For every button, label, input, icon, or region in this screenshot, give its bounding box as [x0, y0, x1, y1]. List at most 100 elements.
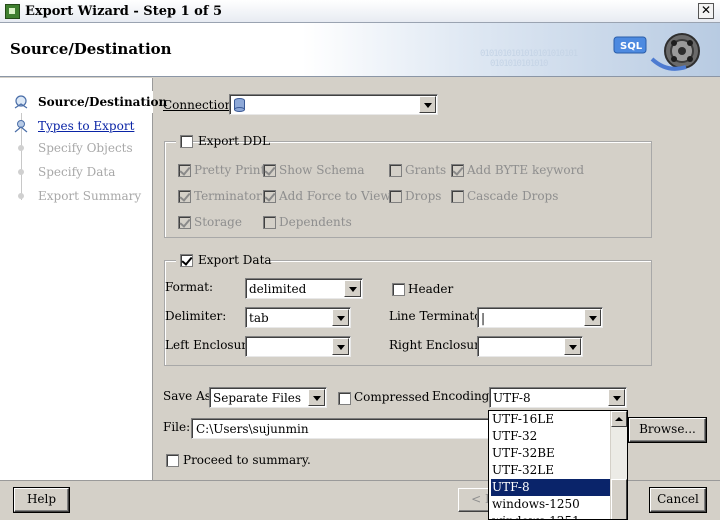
encoding-select[interactable]: UTF-8: [489, 387, 627, 408]
export-data-legend: Export Data: [176, 252, 272, 268]
storage-label: Storage: [194, 215, 242, 229]
binary-decoration: 0101010101010101010101: [480, 49, 578, 59]
step-label: Source/Destination: [38, 95, 168, 109]
chevron-down-icon[interactable]: [584, 309, 601, 326]
header-label: Header: [408, 282, 454, 296]
right-enclosure-select[interactable]: [477, 336, 583, 357]
step-label: Export Summary: [38, 189, 142, 203]
dropdown-scrollbar[interactable]: [610, 411, 627, 519]
wizard-header: Source/Destination 010101010101010101010…: [0, 23, 720, 77]
encoding-option[interactable]: UTF-32LE: [491, 462, 611, 479]
file-label: File:: [163, 420, 191, 434]
chevron-down-icon[interactable]: [344, 280, 361, 297]
binary-decoration: 0101010101010: [490, 59, 548, 69]
dependents-checkbox[interactable]: [263, 216, 276, 229]
connection-label: Connection:: [163, 98, 237, 112]
chevron-down-icon[interactable]: [608, 389, 625, 406]
delimiter-value: tab: [249, 311, 269, 325]
show-schema-label: Show Schema: [279, 163, 365, 177]
main-panel: Connection: Export DDL Pretty Print Show…: [154, 78, 720, 480]
left-enclosure-select[interactable]: [245, 336, 351, 357]
logo-text: SQL: [620, 41, 643, 52]
drops-checkbox[interactable]: [389, 190, 402, 203]
export-data-checkbox[interactable]: [180, 254, 193, 267]
format-value: delimited: [249, 282, 307, 296]
encoding-option[interactable]: windows-1251: [491, 513, 611, 519]
delimiter-select[interactable]: tab: [245, 307, 351, 328]
add-force-label: Add Force to Views: [279, 189, 397, 203]
page-title: Source/Destination: [10, 40, 172, 58]
add-byte-checkbox[interactable]: [451, 164, 464, 177]
format-label: Format:: [165, 280, 214, 294]
encoding-option[interactable]: windows-1250: [491, 496, 611, 513]
dependents-label: Dependents: [279, 215, 352, 229]
encoding-label: Encoding:: [432, 389, 494, 403]
export-ddl-checkbox[interactable]: [180, 135, 193, 148]
step-types-to-export[interactable]: Types to Export: [0, 115, 153, 137]
chevron-down-icon[interactable]: [308, 389, 325, 406]
line-terminator-value: |: [481, 311, 486, 325]
app-icon: [5, 3, 20, 19]
save-as-label: Save As: [163, 389, 211, 403]
add-byte-label: Add BYTE keyword: [467, 163, 585, 177]
connection-select[interactable]: [229, 94, 438, 115]
chevron-down-icon[interactable]: [332, 338, 349, 355]
save-as-select[interactable]: Separate Files: [209, 387, 327, 408]
step-source-destination[interactable]: Source/Destination: [0, 91, 167, 113]
right-enclosure-label: Right Enclosure:: [389, 338, 491, 352]
delimiter-label: Delimiter:: [165, 309, 227, 323]
step-dot-icon: [18, 193, 24, 199]
encoding-dropdown-list: UTF-16LE UTF-32 UTF-32BE UTF-32LE UTF-8 …: [488, 410, 628, 520]
chevron-down-icon[interactable]: [332, 309, 349, 326]
encoding-option[interactable]: UTF-32BE: [491, 445, 611, 462]
encoding-option[interactable]: UTF-32: [491, 428, 611, 445]
encoding-option[interactable]: UTF-16LE: [491, 411, 611, 428]
step-label: Types to Export: [38, 119, 135, 133]
terminator-label: Terminator: [194, 189, 262, 203]
chevron-down-icon[interactable]: [564, 338, 581, 355]
step-specify-objects: Specify Objects: [0, 137, 153, 159]
cascade-drops-label: Cascade Drops: [467, 189, 559, 203]
title-bar: Export Wizard - Step 1 of 5 ✕: [0, 0, 720, 23]
pretty-print-label: Pretty Print: [194, 163, 266, 177]
compressed-checkbox[interactable]: [338, 392, 351, 405]
storage-checkbox[interactable]: [178, 216, 191, 229]
terminator-checkbox[interactable]: [178, 190, 191, 203]
file-path-input[interactable]: C:\Users\sujunmin: [191, 418, 491, 439]
line-terminator-select[interactable]: |: [477, 307, 603, 328]
pretty-print-checkbox[interactable]: [178, 164, 191, 177]
close-button[interactable]: ✕: [698, 3, 714, 19]
format-select[interactable]: delimited: [245, 278, 363, 299]
show-schema-checkbox[interactable]: [263, 164, 276, 177]
step-specify-data: Specify Data: [0, 161, 153, 183]
current-step-icon: [14, 95, 28, 109]
compressed-label: Compressed: [354, 390, 430, 404]
step-node-icon: [14, 120, 28, 133]
cascade-drops-checkbox[interactable]: [451, 190, 464, 203]
help-button[interactable]: Help: [14, 488, 69, 512]
step-label: Specify Objects: [38, 141, 133, 155]
encoding-option-selected[interactable]: UTF-8: [491, 479, 611, 496]
line-terminator-label: Line Terminator:: [389, 309, 492, 323]
wizard-steps-sidebar: Source/Destination Types to Export Speci…: [0, 78, 167, 480]
step-dot-icon: [18, 145, 24, 151]
cancel-button[interactable]: Cancel: [650, 488, 706, 512]
step-dot-icon: [18, 169, 24, 175]
proceed-to-summary-checkbox[interactable]: [166, 454, 179, 467]
proceed-to-summary-label: Proceed to summary.: [183, 453, 311, 467]
browse-button[interactable]: Browse...: [629, 418, 706, 442]
chevron-down-icon[interactable]: [419, 96, 436, 113]
encoding-value: UTF-8: [493, 391, 531, 405]
step-export-summary: Export Summary: [0, 185, 153, 207]
export-ddl-legend: Export DDL: [176, 133, 270, 149]
header-checkbox[interactable]: [392, 283, 405, 296]
export-data-label: Export Data: [198, 253, 272, 267]
save-as-value: Separate Files: [213, 391, 302, 405]
export-ddl-label: Export DDL: [198, 134, 271, 148]
drops-label: Drops: [405, 189, 442, 203]
window-title: Export Wizard - Step 1 of 5: [25, 3, 222, 19]
grants-checkbox[interactable]: [389, 164, 402, 177]
scroll-up-arrow-icon[interactable]: [611, 411, 627, 427]
scroll-thumb[interactable]: [611, 479, 627, 519]
add-force-checkbox[interactable]: [263, 190, 276, 203]
